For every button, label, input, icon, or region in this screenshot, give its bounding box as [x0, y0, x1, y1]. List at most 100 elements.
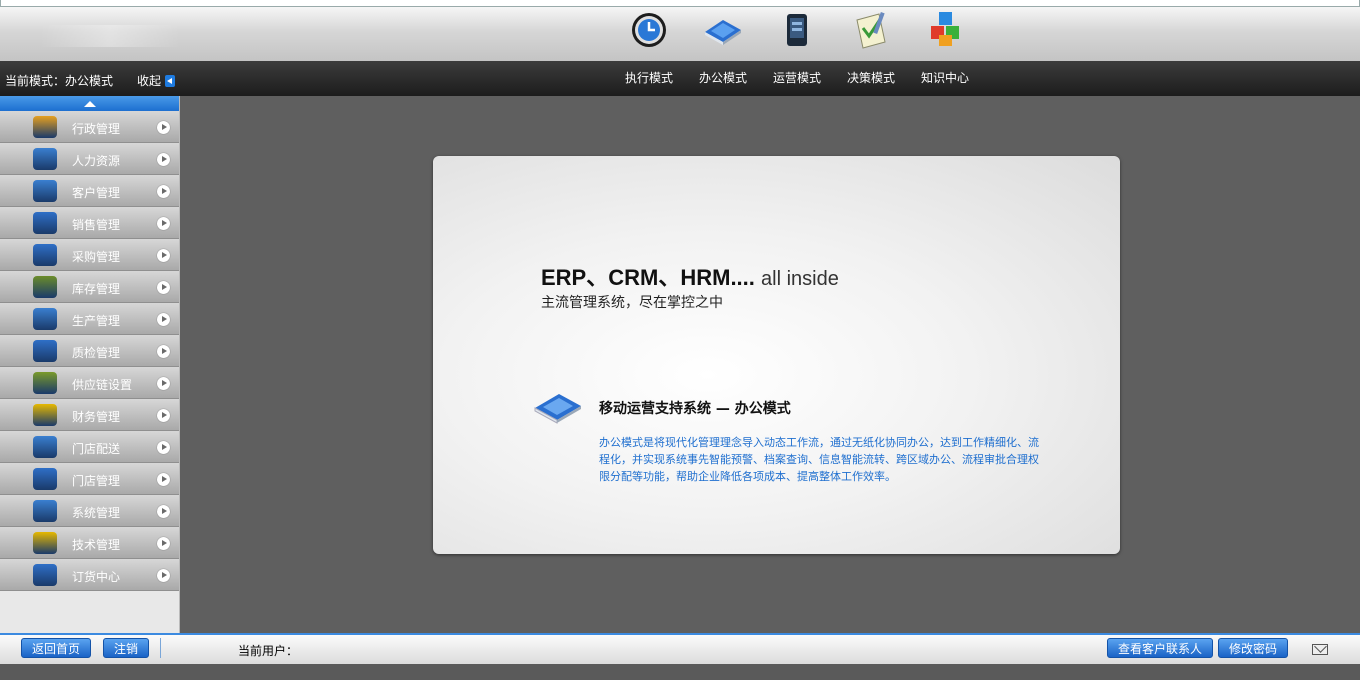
sidebar-item-people[interactable]: 人力资源	[0, 143, 179, 175]
mode-execute[interactable]: 执行模式	[614, 8, 684, 85]
sidebar-item-delivery[interactable]: 门店配送	[0, 431, 179, 463]
chevron-right-icon[interactable]	[157, 377, 170, 390]
collapse-label: 收起	[137, 74, 162, 88]
chevron-right-icon[interactable]	[157, 281, 170, 294]
mode-office-label: 办公模式	[698, 71, 747, 85]
mail-icon[interactable]	[1312, 644, 1328, 655]
chevron-right-icon[interactable]	[157, 473, 170, 486]
customers-icon	[33, 180, 57, 202]
sidebar-item-label: 行政管理	[72, 122, 121, 136]
document-icon	[33, 244, 57, 266]
sidebar-item-document[interactable]: 采购管理	[0, 239, 179, 271]
sidebar-item-label: 人力资源	[72, 154, 121, 168]
chevron-right-icon[interactable]	[157, 217, 170, 230]
chevron-right-icon[interactable]	[157, 313, 170, 326]
sidebar-item-label: 采购管理	[72, 250, 121, 264]
current-user-label: 当前用户：	[238, 644, 299, 658]
mode-execute-label: 执行模式	[624, 71, 673, 85]
change-password-button[interactable]: 修改密码	[1218, 638, 1289, 658]
sidebar-item-label: 销售管理	[72, 218, 121, 232]
chevron-right-icon[interactable]	[157, 569, 170, 582]
sidebar-item-production[interactable]: 生产管理	[0, 303, 179, 335]
sidebar-scroll-up-button[interactable]	[0, 96, 179, 111]
sidebar-item-label: 库存管理	[72, 282, 121, 296]
book-icon	[705, 20, 741, 45]
sidebar-item-order[interactable]: 订货中心	[0, 559, 179, 591]
sidebar: 行政管理人力资源客户管理销售管理采购管理库存管理生产管理质检管理供应链设置财务管…	[0, 96, 180, 633]
warehouse-icon	[33, 276, 57, 298]
chevron-right-icon[interactable]	[157, 441, 170, 454]
sidebar-item-label: 客户管理	[72, 186, 121, 200]
sidebar-item-store[interactable]: 门店管理	[0, 463, 179, 495]
chevron-right-icon[interactable]	[157, 505, 170, 518]
sidebar-menu: 行政管理人力资源客户管理销售管理采购管理库存管理生产管理质检管理供应链设置财务管…	[0, 111, 179, 591]
subheadline: 主流管理系统，尽在掌控之中	[541, 295, 723, 311]
coins-icon	[33, 404, 57, 426]
sidebar-item-label: 技术管理	[72, 538, 121, 552]
sidebar-item-tools[interactable]: 系统管理	[0, 495, 179, 527]
phone-icon	[787, 14, 807, 46]
headline: ERP、CRM、HRM.... all inside	[541, 260, 839, 292]
inspection-icon	[33, 340, 57, 362]
sidebar-item-label: 供应链设置	[72, 378, 133, 392]
system-description: 办公模式是将现代化管理理念导入动态工作流，通过无纸化协同办公，达到工作精细化、流…	[599, 436, 1039, 483]
headline-systems: ERP、CRM、HRM....	[541, 265, 755, 290]
chevron-right-icon[interactable]	[157, 185, 170, 198]
logo	[40, 25, 180, 47]
lightbulb-icon	[33, 532, 57, 554]
chevron-right-icon[interactable]	[157, 153, 170, 166]
sidebar-item-label: 门店配送	[72, 442, 121, 456]
mode-office[interactable]: 办公模式	[688, 8, 758, 85]
mode-decision-label: 决策模式	[846, 71, 895, 85]
chevron-right-icon[interactable]	[157, 249, 170, 262]
production-icon	[33, 308, 57, 330]
clock-icon	[632, 13, 666, 47]
footer-divider	[160, 638, 161, 658]
tools-icon	[33, 500, 57, 522]
sidebar-item-customers[interactable]: 客户管理	[0, 175, 179, 207]
sidebar-item-label: 订货中心	[72, 570, 121, 584]
chevron-right-icon[interactable]	[157, 121, 170, 134]
supply-chain-icon	[33, 372, 57, 394]
mode-operation-label: 运营模式	[772, 71, 821, 85]
order-icon	[33, 564, 57, 586]
sidebar-item-label: 系统管理	[72, 506, 121, 520]
system-title: 移动运营支持系统 — 办公模式	[599, 401, 791, 417]
footer-bar: 返回首页 注销 当前用户： 查看客户联系人 修改密码	[0, 633, 1360, 664]
chevron-right-icon[interactable]	[157, 409, 170, 422]
sidebar-item-supply-chain[interactable]: 供应链设置	[0, 367, 179, 399]
mode-decision[interactable]: 决策模式	[836, 8, 906, 85]
sidebar-item-clipboard[interactable]: 销售管理	[0, 207, 179, 239]
people-icon	[33, 148, 57, 170]
mode-knowledge-label: 知识中心	[920, 71, 969, 85]
sidebar-item-label: 财务管理	[72, 410, 121, 424]
top-frame-strip	[0, 0, 1360, 7]
home-button[interactable]: 返回首页	[21, 638, 92, 658]
headline-tagline: all inside	[761, 268, 839, 290]
sidebar-item-inspection[interactable]: 质检管理	[0, 335, 179, 367]
sidebar-item-admin[interactable]: 行政管理	[0, 111, 179, 143]
logout-button[interactable]: 注销	[103, 638, 150, 658]
sidebar-item-label: 生产管理	[72, 314, 121, 328]
current-mode-text: 当前模式：办公模式	[5, 74, 114, 88]
view-contacts-button[interactable]: 查看客户联系人	[1107, 638, 1214, 658]
book-icon	[534, 394, 581, 424]
chevron-right-icon[interactable]	[157, 345, 170, 358]
collapse-arrow-icon	[165, 74, 176, 87]
mode-knowledge[interactable]: 知识中心	[910, 8, 980, 85]
store-icon	[33, 468, 57, 490]
cubes-icon	[931, 12, 959, 46]
sidebar-item-label: 质检管理	[72, 346, 121, 360]
sidebar-item-lightbulb[interactable]: 技术管理	[0, 527, 179, 559]
sidebar-item-coins[interactable]: 财务管理	[0, 399, 179, 431]
welcome-panel: ERP、CRM、HRM.... all inside 主流管理系统，尽在掌控之中…	[433, 156, 1120, 554]
sidebar-item-label: 门店管理	[72, 474, 121, 488]
delivery-icon	[33, 436, 57, 458]
clipboard-icon	[33, 212, 57, 234]
notepad-icon	[856, 11, 886, 49]
chevron-right-icon[interactable]	[157, 537, 170, 550]
sidebar-item-warehouse[interactable]: 库存管理	[0, 271, 179, 303]
collapse-button[interactable]: 收起	[137, 72, 176, 89]
chevron-up-icon	[83, 100, 96, 107]
mode-operation[interactable]: 运营模式	[762, 8, 832, 85]
